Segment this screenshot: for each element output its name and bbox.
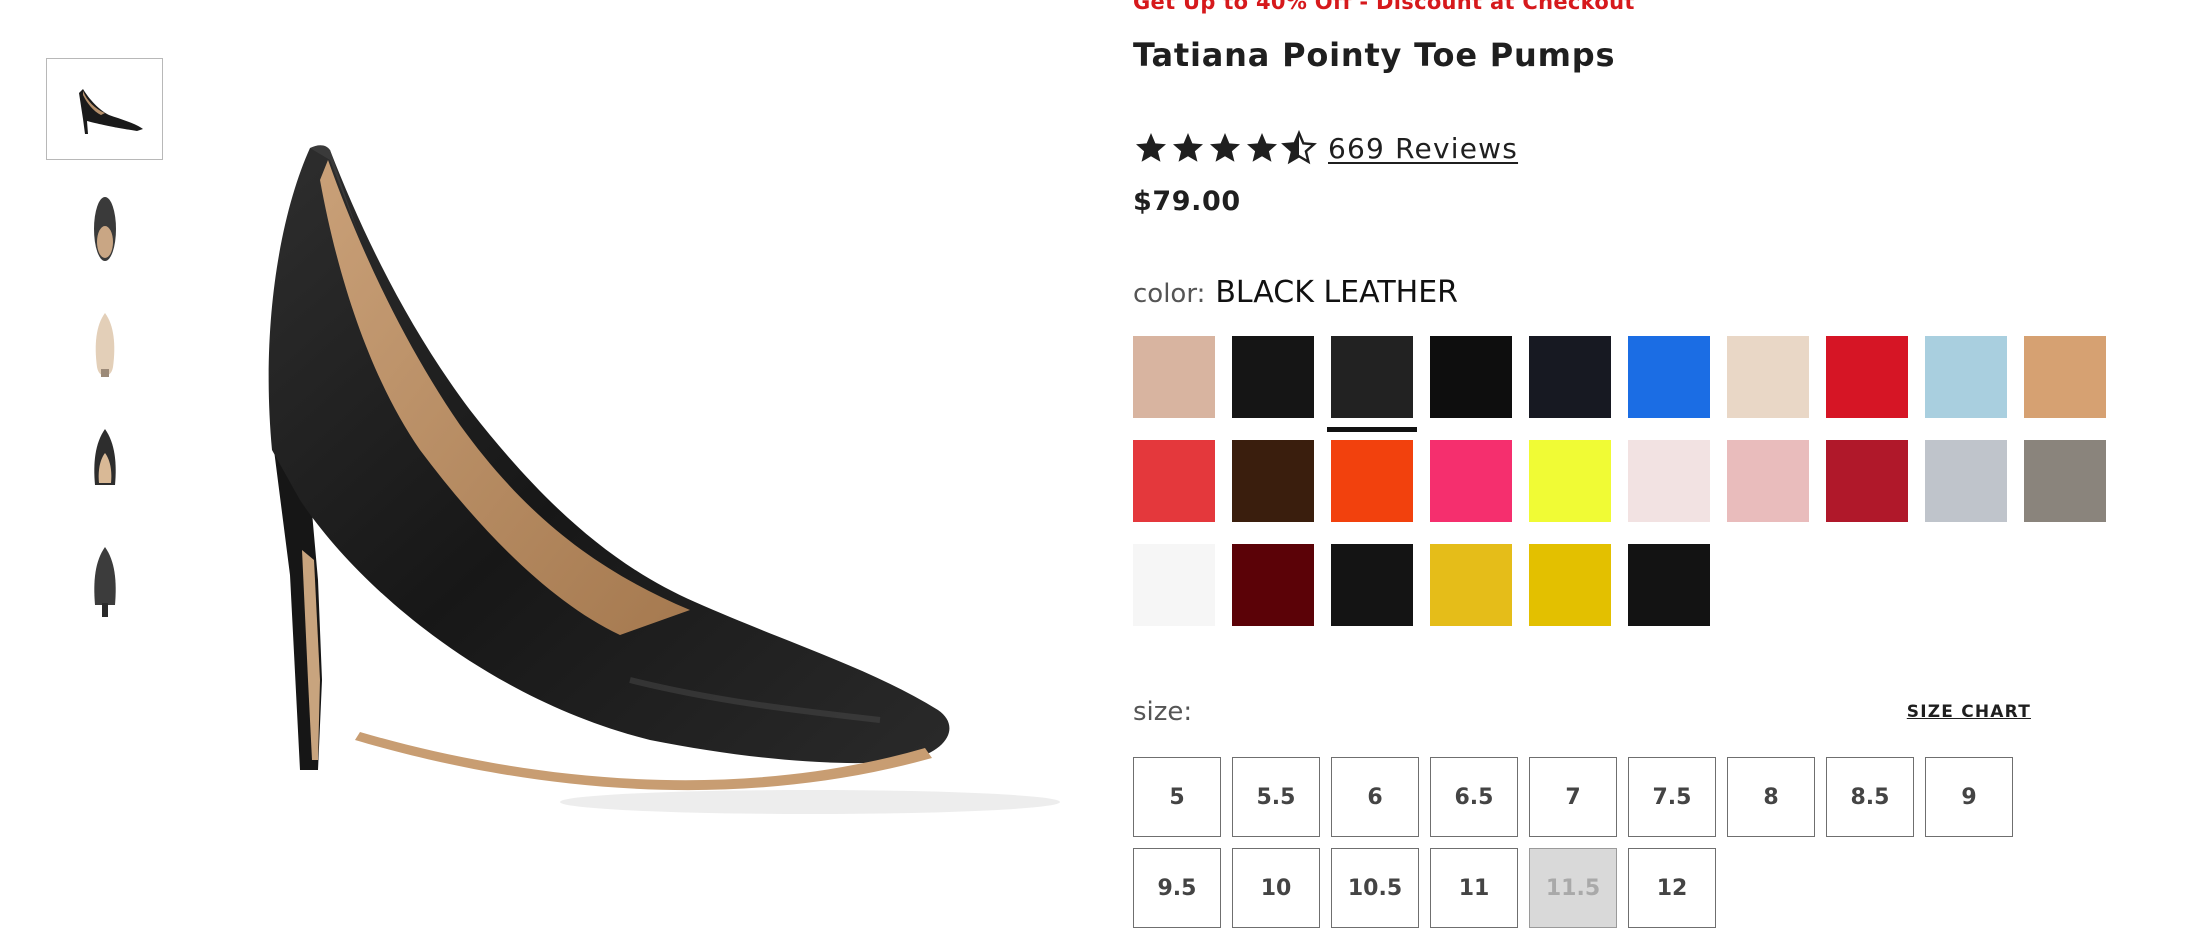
color-swatch[interactable] — [1133, 544, 1215, 626]
color-swatch[interactable] — [1133, 336, 1215, 418]
product-title: Tatiana Pointy Toe Pumps — [1133, 36, 1616, 74]
color-swatch[interactable] — [1430, 544, 1512, 626]
size-option[interactable]: 6 — [1331, 757, 1419, 837]
size-option[interactable]: 8 — [1727, 757, 1815, 837]
promo-banner: Get Up to 40% Off - Discount at Checkout — [1133, 0, 1635, 14]
color-swatch[interactable] — [1628, 336, 1710, 418]
color-swatch[interactable] — [1826, 336, 1908, 418]
color-swatch[interactable] — [1430, 440, 1512, 522]
swatch-fill — [1430, 440, 1512, 522]
size-option[interactable]: 12 — [1628, 848, 1716, 928]
color-swatch[interactable] — [1232, 544, 1314, 626]
size-options-grid: 5 5.5 6 6.5 7 7.5 8 8.5 9 9.5 10 10.5 11 11.5 12 — [1133, 757, 2053, 928]
color-swatch-grid — [1133, 336, 2133, 626]
swatch-fill — [1133, 336, 1215, 418]
color-swatch[interactable] — [1331, 440, 1413, 522]
thumbnail-top-view[interactable] — [46, 176, 163, 278]
color-swatch[interactable] — [1826, 440, 1908, 522]
swatch-fill — [1529, 440, 1611, 522]
star-full-icon — [1210, 133, 1240, 162]
color-swatch[interactable] — [1430, 336, 1512, 418]
size-option[interactable]: 10 — [1232, 848, 1320, 928]
size-option[interactable]: 6.5 — [1430, 757, 1518, 837]
color-label: color: — [1133, 279, 1206, 309]
color-swatch[interactable] — [1925, 440, 2007, 522]
swatch-fill — [1529, 336, 1611, 418]
size-option[interactable]: 5.5 — [1232, 757, 1320, 837]
reviews-link[interactable]: 669 Reviews — [1328, 132, 1518, 165]
swatch-fill — [1925, 336, 2007, 418]
swatch-fill — [1232, 336, 1314, 418]
swatch-fill — [1628, 544, 1710, 626]
size-option[interactable]: 8.5 — [1826, 757, 1914, 837]
swatch-fill — [1826, 336, 1908, 418]
color-swatch[interactable] — [1925, 336, 2007, 418]
size-option[interactable]: 10.5 — [1331, 848, 1419, 928]
size-header: size: SIZE CHART — [1133, 697, 2031, 727]
star-full-icon — [1136, 133, 1166, 162]
color-row: color: BLACK LEATHER — [1133, 275, 1458, 310]
color-swatch[interactable] — [1133, 440, 1215, 522]
swatch-fill — [1925, 440, 2007, 522]
color-swatch[interactable] — [1232, 440, 1314, 522]
swatch-fill — [1232, 544, 1314, 626]
swatch-fill — [1727, 440, 1809, 522]
color-swatch[interactable] — [1727, 336, 1809, 418]
size-label: size: — [1133, 697, 1193, 727]
star-full-icon — [1173, 133, 1203, 162]
thumbnail-back-view[interactable] — [46, 530, 163, 632]
color-swatch[interactable] — [1529, 440, 1611, 522]
color-swatch[interactable] — [1331, 544, 1413, 626]
color-swatch[interactable] — [1628, 440, 1710, 522]
swatch-fill — [1628, 440, 1710, 522]
size-option[interactable]: 7 — [1529, 757, 1617, 837]
size-option[interactable]: 9 — [1925, 757, 2013, 837]
color-swatch[interactable] — [1327, 336, 1417, 432]
swatch-fill — [1133, 440, 1215, 522]
star-half-icon — [1281, 130, 1317, 165]
swatch-fill — [2024, 440, 2106, 522]
rating-row: 669 Reviews — [1133, 130, 1518, 166]
swatch-fill — [1331, 440, 1413, 522]
color-swatch[interactable] — [1628, 544, 1710, 626]
thumbnail-front-view[interactable] — [46, 412, 163, 514]
swatch-fill — [1430, 336, 1512, 418]
swatch-fill — [1727, 336, 1809, 418]
product-main-image — [190, 120, 1070, 840]
thumbnail-list — [46, 58, 165, 648]
size-chart-link[interactable]: SIZE CHART — [1907, 702, 2031, 722]
swatch-fill — [2024, 336, 2106, 418]
size-option[interactable]: 7.5 — [1628, 757, 1716, 837]
swatch-fill — [1331, 544, 1413, 626]
size-option[interactable]: 11 — [1430, 848, 1518, 928]
size-option[interactable]: 9.5 — [1133, 848, 1221, 928]
swatch-fill — [1529, 544, 1611, 626]
product-price: $79.00 — [1133, 186, 1241, 217]
color-swatch[interactable] — [2024, 336, 2106, 418]
thumbnail-sole-view[interactable] — [46, 294, 163, 396]
swatch-fill — [1826, 440, 1908, 522]
swatch-fill — [1628, 336, 1710, 418]
star-full-icon — [1247, 133, 1277, 162]
size-option[interactable]: 5 — [1133, 757, 1221, 837]
color-swatch[interactable] — [1529, 336, 1611, 418]
star-rating — [1133, 130, 1318, 166]
swatch-fill — [1232, 440, 1314, 522]
swatch-fill — [1133, 544, 1215, 626]
size-option: 11.5 — [1529, 848, 1617, 928]
thumbnail-side-view[interactable] — [46, 58, 163, 160]
color-swatch[interactable] — [1232, 336, 1314, 418]
color-swatch[interactable] — [2024, 440, 2106, 522]
color-swatch[interactable] — [1529, 544, 1611, 626]
color-swatch[interactable] — [1727, 440, 1809, 522]
swatch-fill — [1430, 544, 1512, 626]
selected-color-name: BLACK LEATHER — [1215, 275, 1459, 310]
swatch-fill — [1331, 336, 1413, 418]
